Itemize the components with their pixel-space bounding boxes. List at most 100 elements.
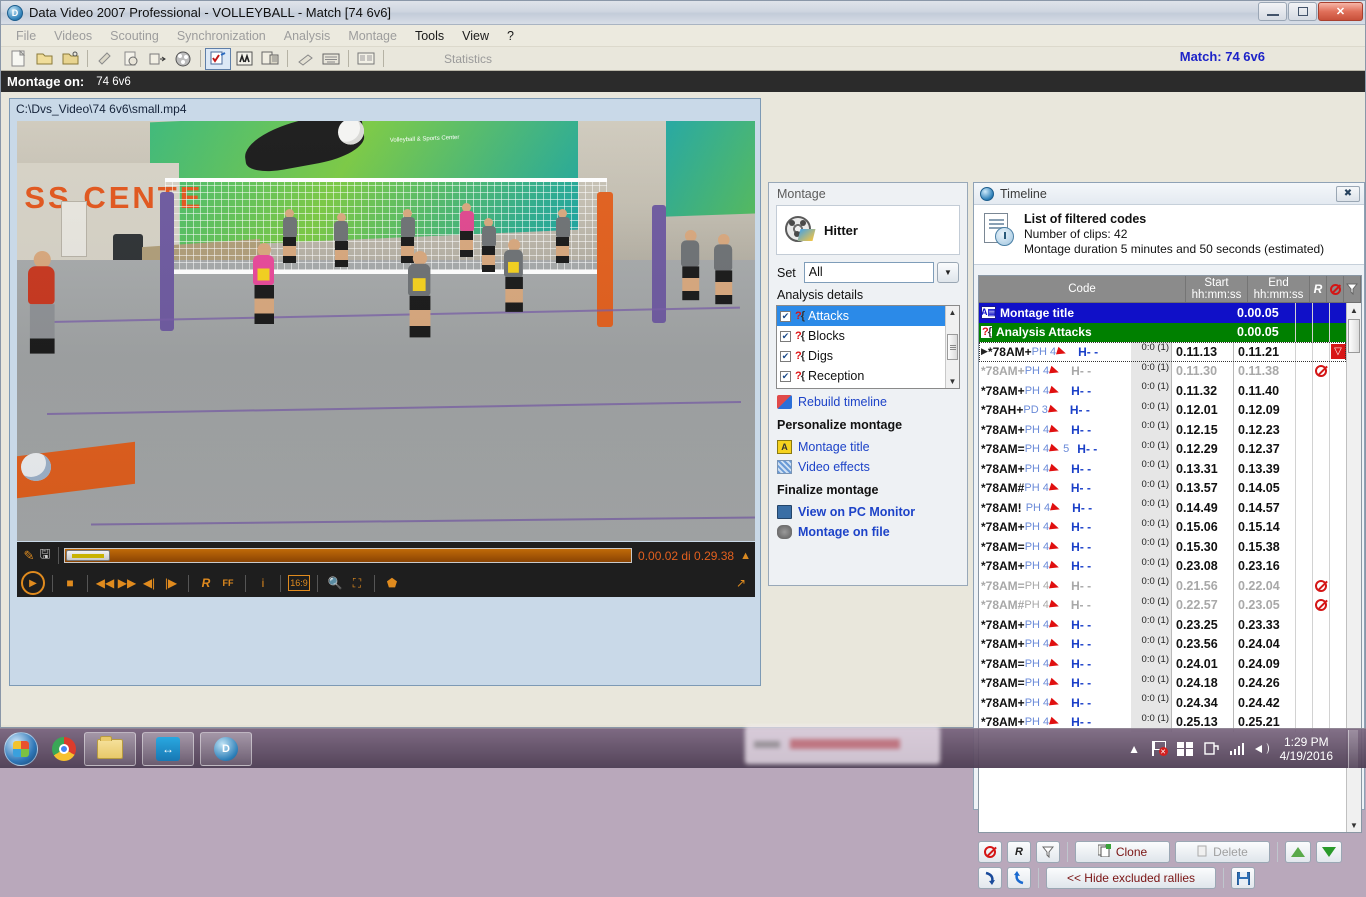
row-filter-cell[interactable] <box>1329 478 1346 498</box>
menu-item-help[interactable]: ? <box>498 27 523 45</box>
row-rally-cell[interactable] <box>1295 634 1312 654</box>
column-header-filter[interactable] <box>1344 276 1361 302</box>
row-filter-cell[interactable] <box>1329 673 1346 693</box>
row-exclude-cell[interactable] <box>1312 400 1329 420</box>
taskbar-clock[interactable]: 1:29 PM 4/19/2016 <box>1280 735 1333 763</box>
row-filter-cell[interactable] <box>1329 634 1346 654</box>
row-exclude-cell[interactable] <box>1312 439 1329 459</box>
row-filter-cell[interactable] <box>1329 517 1346 537</box>
column-header-excluded[interactable] <box>1327 276 1344 302</box>
scroll-thumb[interactable] <box>1348 319 1360 353</box>
players-icon[interactable] <box>231 48 257 70</box>
view-on-pc-monitor-row[interactable]: View on PC Monitor <box>769 499 967 519</box>
row-exclude-cell[interactable] <box>1312 498 1329 518</box>
video-effects-link[interactable]: Video effects <box>798 460 870 474</box>
row-rally-cell[interactable] <box>1295 303 1312 323</box>
table-row[interactable]: ▶ *78AM+ PH 4 H- - 0:0 (1) 0.11.13 0.11.21 … <box>979 342 1346 362</box>
table-row[interactable]: *78AM+ PH 4 H- - 0:0 (1) 0.24.34 0.24.42 <box>979 693 1346 713</box>
signal-icon[interactable] <box>1229 740 1246 757</box>
row-filter-cell[interactable] <box>1329 400 1346 420</box>
row-rally-cell[interactable] <box>1295 381 1312 401</box>
hide-excluded-rallies-button[interactable]: << Hide excluded rallies <box>1046 867 1216 889</box>
start-button[interactable] <box>4 731 38 766</box>
checkbox[interactable]: ✔ <box>780 330 791 342</box>
row-filter-cell[interactable] <box>1329 459 1346 479</box>
new-file-icon[interactable] <box>5 48 31 70</box>
analysis-item-reception[interactable]: ✔ ?{ Reception <box>777 366 945 386</box>
minimize-button[interactable] <box>1258 2 1287 21</box>
analysis-item-blocks[interactable]: ✔ ?{ Blocks <box>777 326 945 346</box>
row-filter-cell[interactable] <box>1329 537 1346 557</box>
column-header-start[interactable]: Start hh:mm:ss <box>1186 276 1248 302</box>
row-exclude-cell[interactable] <box>1312 615 1329 635</box>
table-row[interactable]: *78AM= PH 4 H- - 0:0 (1) 0.24.01 0.24.09 <box>979 654 1346 674</box>
table-row[interactable]: A▤ Montage title 0.00.05 <box>979 303 1346 323</box>
aspect-16-9-icon[interactable]: 16:9 <box>288 575 310 591</box>
montage-title-row[interactable]: A Montage title <box>769 434 967 454</box>
open-video-icon[interactable] <box>57 48 83 70</box>
row-exclude-cell[interactable] <box>1312 361 1329 381</box>
film-reel-icon[interactable] <box>170 48 196 70</box>
show-desktop-button[interactable] <box>1348 729 1358 768</box>
montage-on-file-row[interactable]: Montage on file <box>769 519 967 539</box>
edit-icon[interactable] <box>92 48 118 70</box>
row-rally-cell[interactable] <box>1295 615 1312 635</box>
row-filter-cell[interactable] <box>1329 381 1346 401</box>
checkbox[interactable]: ✔ <box>780 370 791 382</box>
row-exclude-cell[interactable] <box>1312 595 1329 615</box>
row-rally-cell[interactable] <box>1295 400 1312 420</box>
row-rally-cell[interactable] <box>1295 693 1312 713</box>
row-filter-cell[interactable] <box>1329 498 1346 518</box>
seek-thumb[interactable] <box>66 550 110 561</box>
scroll-up-icon[interactable]: ▲ <box>949 306 957 319</box>
row-exclude-cell[interactable] <box>1312 420 1329 440</box>
taskbar-datavideo[interactable]: D <box>200 731 252 766</box>
action-center-icon[interactable] <box>1203 740 1220 757</box>
table-row[interactable]: ?{ Analysis Attacks 0.00.05 <box>979 322 1346 342</box>
move-down-curve-button[interactable] <box>978 867 1002 889</box>
row-filter-cell[interactable] <box>1329 556 1346 576</box>
keyboard-icon[interactable] <box>318 48 344 70</box>
pen-icon[interactable]: ✎ <box>21 547 37 565</box>
row-filter-cell[interactable] <box>1329 420 1346 440</box>
export-icon[interactable] <box>144 48 170 70</box>
table-row[interactable]: *78AM+ PH 4 H- - 0:0 (1) 0.12.15 0.12.23 <box>979 420 1346 440</box>
analysis-list-scrollbar[interactable]: ▲ ▼ <box>945 306 959 388</box>
table-row[interactable]: *78AM+ PH 4 H- - 0:0 (1) 0.23.08 0.23.16 <box>979 556 1346 576</box>
row-rally-cell[interactable] <box>1295 556 1312 576</box>
row-exclude-cell[interactable] <box>1312 381 1329 401</box>
row-rally-cell[interactable] <box>1295 322 1312 342</box>
close-icon[interactable]: ✖ <box>1336 185 1360 202</box>
row-exclude-cell[interactable] <box>1312 322 1329 342</box>
menu-item-synchronization[interactable]: Synchronization <box>168 27 275 45</box>
row-exclude-cell[interactable] <box>1312 478 1329 498</box>
table-row[interactable]: *78AM= PH 4 5 H- - 0:0 (1) 0.12.29 0.12.37 <box>979 439 1346 459</box>
scroll-down-icon[interactable]: ▼ <box>1350 818 1358 832</box>
row-filter-cell[interactable] <box>1329 615 1346 635</box>
table-row[interactable]: *78AM= PH 4 H- - 0:0 (1) 0.24.18 0.24.26 <box>979 673 1346 693</box>
play-icon[interactable]: ▶ <box>21 571 45 595</box>
row-filter-cell[interactable] <box>1329 576 1346 596</box>
analysis-item-digs[interactable]: ✔ ?{ Digs <box>777 346 945 366</box>
table-row[interactable]: *78AM+ PH 4 H- - 0:0 (1) 0.13.31 0.13.39 <box>979 459 1346 479</box>
clone-button[interactable]: Clone <box>1075 841 1170 863</box>
maximize-button[interactable] <box>1288 2 1317 21</box>
zoom-icon[interactable]: 🔍 <box>325 573 345 593</box>
row-exclude-cell[interactable] <box>1312 517 1329 537</box>
row-rally-cell[interactable] <box>1295 673 1312 693</box>
eject-icon[interactable]: ▲ <box>740 550 751 562</box>
montage-on-file-link[interactable]: Montage on file <box>798 525 890 539</box>
fast-forward-ff-icon[interactable]: FF <box>218 573 238 593</box>
table-row[interactable]: *78AM# PH 4 H- - 0:0 (1) 0.13.57 0.14.05 <box>979 478 1346 498</box>
rally-icon[interactable]: R <box>196 573 216 593</box>
row-rally-cell[interactable] <box>1295 342 1312 362</box>
row-filter-cell[interactable] <box>1329 595 1346 615</box>
row-filter-cell[interactable] <box>1329 303 1346 323</box>
save-icon[interactable]: 🖫 <box>37 546 53 565</box>
rewind-icon[interactable]: ◀◀ <box>95 573 115 593</box>
menu-item-montage[interactable]: Montage <box>339 27 406 45</box>
taskbar-teamviewer[interactable]: ↔ <box>142 731 194 766</box>
row-exclude-cell[interactable] <box>1312 673 1329 693</box>
move-up-curve-button[interactable] <box>1007 867 1031 889</box>
row-exclude-cell[interactable] <box>1312 576 1329 596</box>
